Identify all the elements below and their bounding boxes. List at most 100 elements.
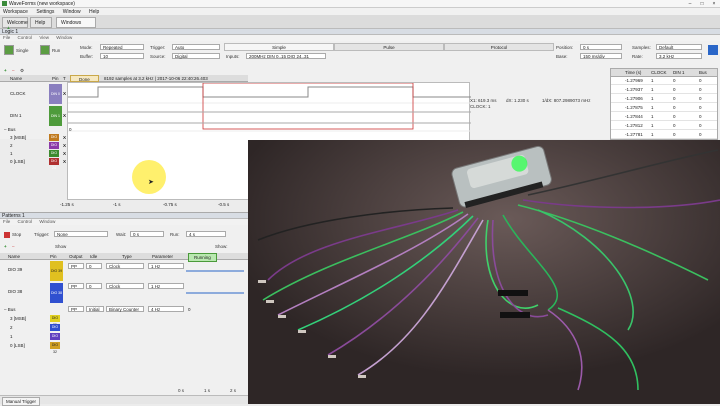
table-row[interactable]: -1.27844 1 0 0: [611, 113, 717, 121]
base-label: Base:: [556, 54, 568, 59]
pattern-bus-output[interactable]: PP: [68, 306, 84, 312]
samples-select[interactable]: Default: [656, 44, 702, 50]
connector-block-2: [500, 312, 530, 318]
table-cell: -1.27937: [625, 87, 643, 92]
position-input[interactable]: 0 s: [580, 44, 622, 50]
channel-din1-name[interactable]: DIN 1: [10, 113, 22, 118]
channel-clock-pin[interactable]: DIN 0: [49, 84, 62, 104]
rate-input[interactable]: 3.2 kHz: [656, 53, 702, 59]
stop-button[interactable]: Stop: [12, 232, 21, 237]
pattern-bus-label: Bus: [7, 307, 16, 312]
pattern-row-38-output[interactable]: PP: [68, 283, 84, 289]
logic-menu-control[interactable]: Control: [18, 35, 33, 40]
patterns-menu-window[interactable]: Window: [39, 219, 55, 224]
wait-input[interactable]: 0 s: [130, 231, 164, 237]
logic-menu-file[interactable]: File: [3, 35, 10, 40]
table-cell: 0: [699, 132, 702, 137]
position-label: Position:: [556, 45, 574, 50]
bus-row-2-x: X: [63, 143, 67, 148]
patterns-submenu: File Control Window: [0, 219, 248, 225]
pattern-bus-type[interactable]: Binary Counter: [106, 306, 144, 312]
pattern-bus-param[interactable]: 4 Hz: [148, 306, 184, 312]
mode-select[interactable]: Repeated: [100, 44, 144, 50]
table-row[interactable]: -1.27937 1 0 0: [611, 86, 717, 94]
pattern-row-38-idle[interactable]: 0: [86, 283, 102, 289]
pattern-row-39-output[interactable]: PP: [68, 263, 84, 269]
maximize-icon[interactable]: □: [696, 1, 708, 8]
patterns-add-icon[interactable]: +: [4, 244, 7, 249]
table-row[interactable]: -1.27781 1 0 0: [611, 131, 717, 139]
run-button[interactable]: Run: [52, 48, 60, 53]
axis-tick-2: -0.75 s: [163, 202, 177, 207]
tab-welcome[interactable]: Welcome +: [2, 17, 28, 32]
mouse-highlight: [132, 160, 166, 194]
help-icon[interactable]: [708, 45, 718, 55]
base-input[interactable]: 150 ms/div: [580, 53, 622, 59]
tab-help[interactable]: Help: [30, 17, 52, 28]
tab-windows[interactable]: Windows: [56, 17, 96, 28]
channel-din1-pin[interactable]: DIN 1: [49, 106, 62, 126]
bus-row-0-pin: DIO 24: [49, 158, 59, 170]
patterns-menu-control[interactable]: Control: [18, 219, 33, 224]
pattern-row-39-name[interactable]: DIO 39: [8, 267, 22, 272]
run-input[interactable]: 4 s: [186, 231, 226, 237]
th-bus: Bus: [699, 70, 707, 75]
settings-gear-icon[interactable]: ⚙: [20, 68, 24, 74]
pattern-row-38-type[interactable]: Clock: [106, 283, 144, 289]
table-row[interactable]: -1.27906 1 0 0: [611, 95, 717, 103]
bus-name[interactable]: – Bus: [4, 127, 16, 132]
logic-menu-window[interactable]: Window: [56, 35, 72, 40]
remove-channel-icon[interactable]: –: [12, 68, 15, 73]
source-select[interactable]: Digital: [172, 53, 220, 59]
patterns-menu-file[interactable]: File: [3, 219, 10, 224]
axis-tick-0: -1.25 s: [60, 202, 74, 207]
mode-pulse[interactable]: Pulse: [334, 43, 444, 51]
logic-menu-view[interactable]: View: [39, 35, 49, 40]
single-button-icon[interactable]: [4, 45, 14, 55]
pattern-bus-name[interactable]: – Bus: [4, 307, 16, 312]
pattern-row-39-pin[interactable]: DIO 39: [50, 261, 63, 281]
close-icon[interactable]: ×: [708, 1, 720, 8]
pattern-row-39-type[interactable]: Clock: [106, 263, 144, 269]
data-table: Time (s) CLOCK DIN 1 Bus -1.27969 1 0 0 -1.2…: [610, 68, 718, 140]
minimize-icon[interactable]: –: [684, 1, 696, 8]
channel-clock-name[interactable]: CLOCK: [10, 91, 26, 96]
run-button-icon[interactable]: [40, 45, 50, 55]
buffer-input[interactable]: 10: [100, 53, 144, 59]
patterns-trigger-label: Trigger:: [34, 232, 50, 237]
tab-welcome-label: Welcome: [7, 20, 28, 26]
pattern-row-38-pin[interactable]: DIO 38: [50, 283, 63, 303]
pattern-bus-idle[interactable]: Initial: [86, 306, 104, 312]
mode-simple[interactable]: Simple: [224, 43, 334, 51]
stop-icon[interactable]: [4, 232, 10, 238]
rate-label: Rate:: [632, 54, 643, 59]
table-cell: 0: [699, 123, 702, 128]
table-row[interactable]: -1.27969 1 0 0: [611, 77, 717, 85]
trigger-select[interactable]: Auto: [172, 44, 220, 50]
patterns-header: Name Pin Output Idle Type Parameter Runn…: [0, 253, 248, 262]
table-cell: -1.27875: [625, 105, 643, 110]
pattern-row-38-param[interactable]: 1 Hz: [148, 283, 184, 289]
status-done-badge: Done: [70, 75, 99, 82]
mode-protocol[interactable]: Protocol: [444, 43, 554, 51]
patterns-trigger-select[interactable]: None: [54, 231, 108, 237]
single-button[interactable]: Single: [16, 48, 29, 53]
run-label: Run:: [170, 232, 180, 237]
pattern-row-39-idle[interactable]: 0: [86, 263, 102, 269]
manual-trigger-button[interactable]: Manual Trigger: [2, 397, 41, 406]
add-channel-icon[interactable]: +: [4, 68, 7, 73]
connector-block-1: [498, 290, 528, 296]
table-cell: 1: [651, 87, 654, 92]
p-col-type: Type: [122, 254, 132, 259]
pattern-row-38-name[interactable]: DIO 38: [8, 289, 22, 294]
table-row[interactable]: -1.27812 1 0 0: [611, 122, 717, 130]
patterns-remove-icon[interactable]: –: [12, 244, 15, 249]
table-row[interactable]: -1.27875 1 0 0: [611, 104, 717, 112]
table-cell: 0: [673, 105, 676, 110]
table-cell: 1: [651, 123, 654, 128]
table-cell: -1.27781: [625, 132, 643, 137]
show-button[interactable]: Show: [55, 244, 66, 249]
th-din1: DIN 1: [673, 70, 685, 75]
pattern-row-39-param[interactable]: 1 Hz: [148, 263, 184, 269]
inputs-select[interactable]: 200MHz DIN 0..15 DIO 24..31: [246, 53, 326, 59]
